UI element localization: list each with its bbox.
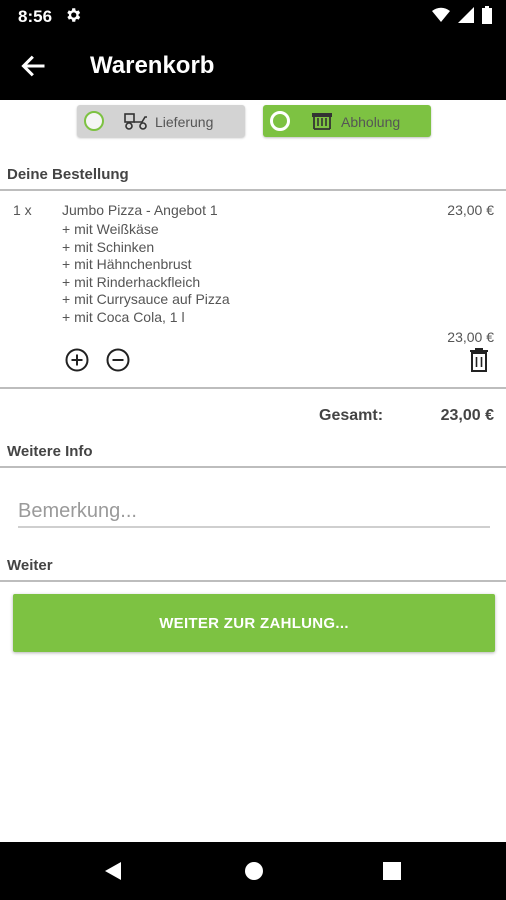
total-label: Gesamt: [319, 407, 384, 424]
radio-unchecked-icon[interactable] [84, 111, 104, 131]
divider [0, 466, 506, 468]
delivery-toggle: Lieferung Abholung [0, 105, 506, 139]
radio-checked-icon[interactable] [270, 111, 290, 131]
nav-home-icon[interactable] [244, 861, 264, 881]
signal-icon [458, 7, 474, 23]
item-option: + mit Weißkäse [62, 221, 159, 237]
option-label: Lieferung [155, 114, 214, 130]
item-option: + mit Rinderhackfleich [62, 273, 201, 290]
store-pickup-icon [312, 113, 332, 130]
decrease-quantity-icon[interactable] [106, 348, 130, 372]
option-lieferung[interactable]: Lieferung [77, 105, 245, 137]
item-option: + mit Schinken [62, 238, 155, 255]
total-value: 23,00 € [440, 407, 494, 424]
status-bar: 8:56 [0, 0, 506, 32]
status-time: 8:56 [18, 7, 53, 26]
item-quantity: 1 x [13, 202, 32, 218]
section-heading-next: Weiter [7, 557, 53, 574]
nav-recent-apps-icon[interactable] [383, 862, 401, 880]
system-nav-bar [0, 842, 506, 900]
increase-quantity-icon[interactable] [65, 348, 89, 372]
divider [0, 189, 506, 191]
continue-to-payment-button[interactable]: WEITER ZUR ZAHLUNG... [13, 594, 495, 652]
item-option: + mit Coca Cola, 1 l [62, 308, 185, 325]
item-subtotal: 23,00 € [447, 329, 494, 345]
item-price: 23,00 € [447, 202, 494, 218]
back-arrow-icon[interactable] [20, 52, 48, 80]
item-name: Jumbo Pizza - Angebot 1 [62, 202, 218, 218]
item-options: + mit Weißkäse + mit Schinken + mit Hähn… [62, 221, 230, 326]
option-label: Abholung [341, 114, 401, 130]
page-title: Warenkorb [90, 52, 215, 79]
delivery-scooter-icon [124, 113, 147, 130]
item-option: + mit Currysauce auf Pizza [62, 291, 230, 307]
battery-icon [482, 6, 492, 24]
section-heading-order: Deine Bestellung [7, 166, 129, 183]
item-option: + mit Hähnchenbrust [62, 256, 192, 272]
delete-icon[interactable] [469, 348, 489, 372]
settings-icon [67, 8, 81, 22]
divider [0, 387, 506, 389]
app-bar: Warenkorb [0, 32, 506, 100]
option-abholung[interactable]: Abholung [263, 105, 431, 137]
section-heading-info: Weitere Info [7, 443, 93, 460]
nav-back-icon[interactable] [103, 860, 125, 882]
wifi-icon [432, 7, 450, 23]
divider [0, 580, 506, 582]
remark-input[interactable] [18, 496, 490, 528]
